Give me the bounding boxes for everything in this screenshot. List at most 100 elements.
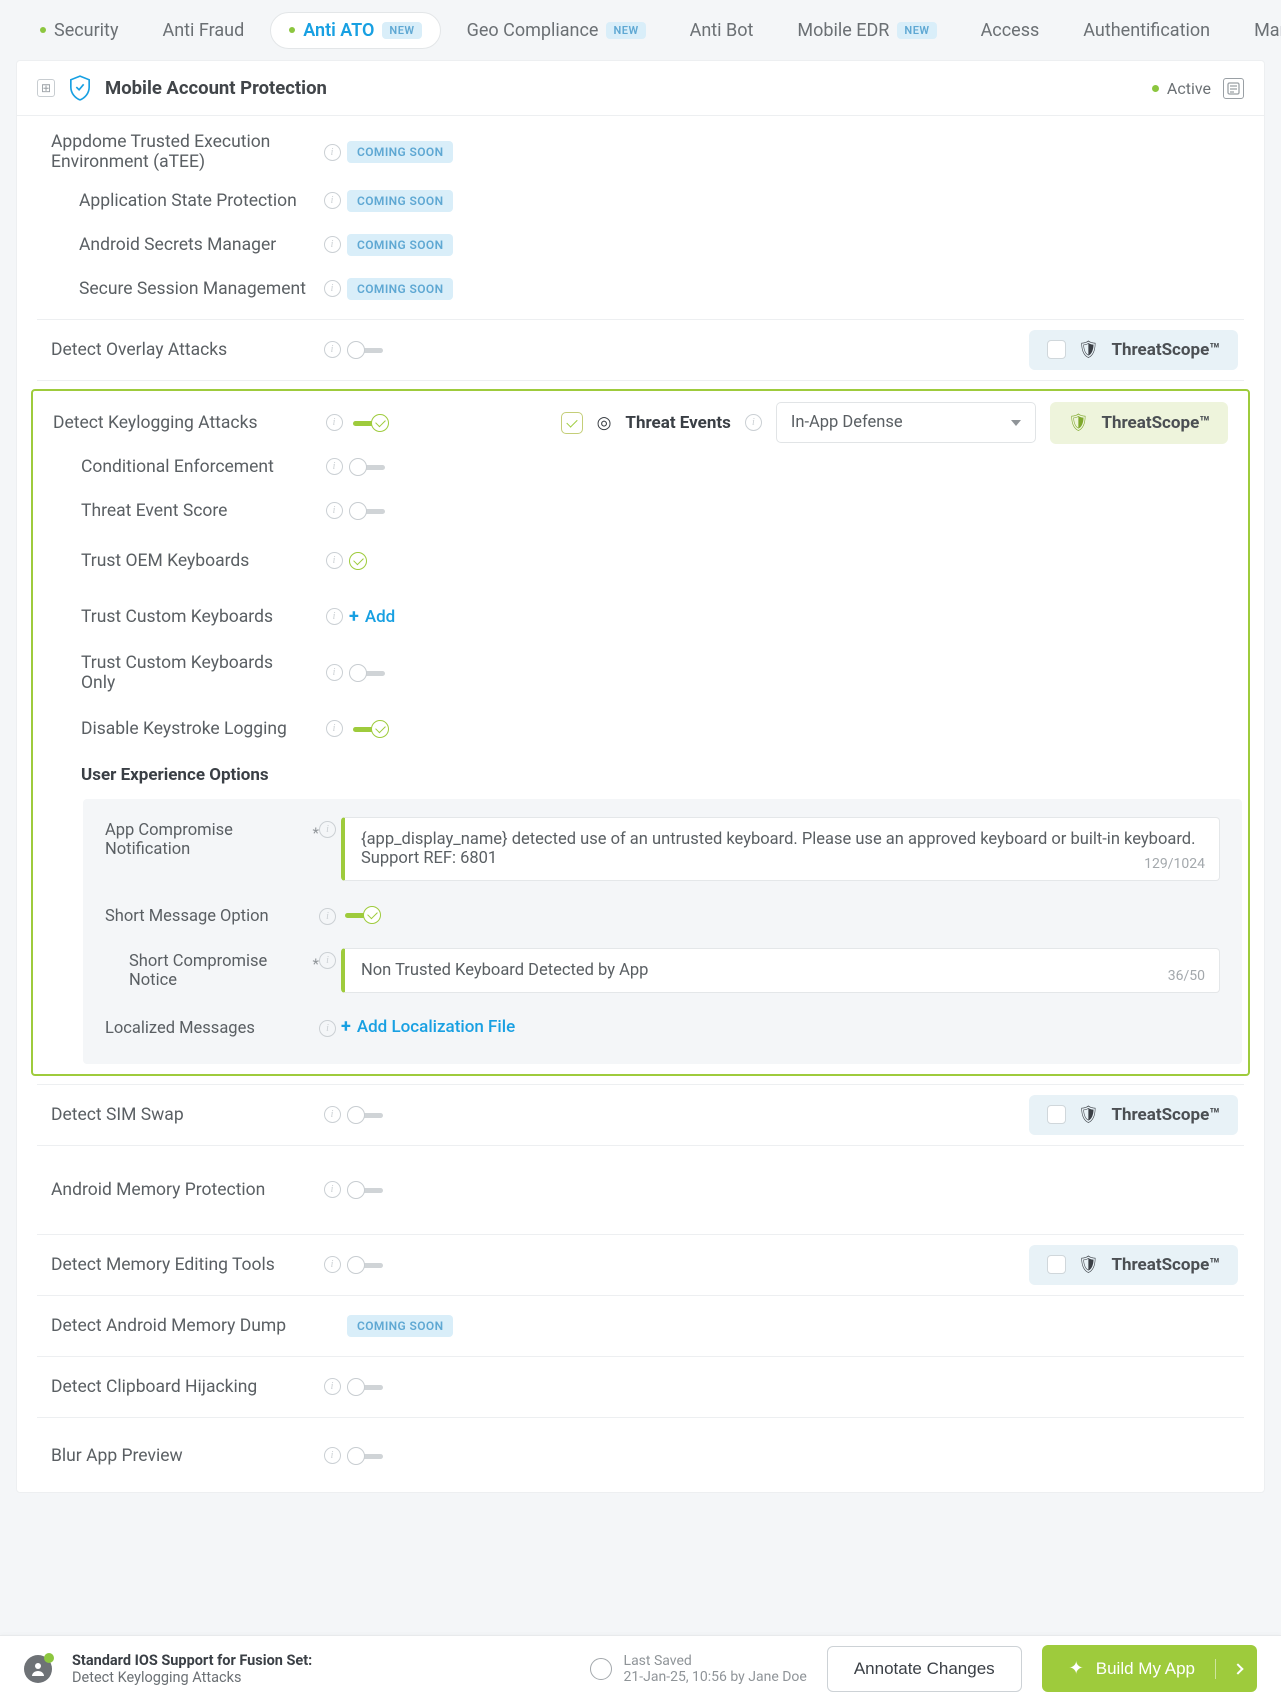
label-blur: Blur App Preview [37, 1440, 317, 1472]
state-icon[interactable] [1223, 78, 1244, 99]
info-icon[interactable]: i [324, 192, 341, 209]
toggle-overlay[interactable] [347, 340, 387, 360]
threatscope-chip[interactable]: 🛡 ThreatScope™ [1029, 1245, 1238, 1285]
label-sim: Detect SIM Swap [37, 1099, 317, 1131]
expand-icon[interactable]: ⊞ [37, 79, 55, 97]
info-icon[interactable]: i [326, 414, 343, 431]
label-asp: Application State Protection [37, 185, 317, 217]
row-notification: App Compromise Notification * i {app_dis… [105, 817, 1220, 881]
threatscope-checkbox[interactable] [1047, 1105, 1066, 1124]
coming-soon-badge: COMING SOON [347, 234, 453, 256]
toggle-clip[interactable] [347, 1377, 387, 1397]
toggle-keylog[interactable] [349, 413, 389, 433]
main-panel: ⊞ Mobile Account Protection Active Appdo… [16, 60, 1265, 1493]
label-localized: Localized Messages [105, 1019, 255, 1038]
info-icon[interactable]: i [324, 341, 341, 358]
tab-anti-fraud[interactable]: Anti Fraud [144, 13, 262, 48]
label-keylog: Detect Keylogging Attacks [39, 407, 319, 439]
tab-anti-bot[interactable]: Anti Bot [672, 13, 772, 48]
info-icon[interactable]: i [324, 1106, 341, 1123]
toggle-sim[interactable] [347, 1105, 387, 1125]
label-tescore: Threat Event Score [39, 495, 319, 527]
tab-anti-ato[interactable]: Anti ATONEW [270, 12, 440, 49]
info-icon[interactable]: i [319, 821, 336, 838]
add-custom-button[interactable]: +Add [349, 606, 395, 627]
info-icon[interactable]: i [326, 458, 343, 475]
annotate-button[interactable]: Annotate Changes [827, 1646, 1022, 1692]
row-keylog: Detect Keylogging Attacks i ◎ Threat Eve… [39, 401, 1242, 445]
info-icon[interactable]: i [324, 144, 341, 161]
tab-management[interactable]: Management [1236, 13, 1281, 48]
toggle-blur[interactable] [347, 1446, 387, 1466]
label-atee: Appdome Trusted Execution Environment (a… [37, 126, 317, 178]
info-icon[interactable]: i [326, 552, 343, 569]
row-cond: Conditional Enforcement i [39, 445, 1242, 489]
coming-soon-badge: COMING SOON [347, 1315, 453, 1337]
toggle-disable-log[interactable] [349, 719, 389, 739]
info-icon[interactable]: i [326, 608, 343, 625]
tab-authentification[interactable]: Authentification [1065, 13, 1228, 48]
check-oem[interactable] [349, 552, 367, 570]
info-icon[interactable]: i [324, 1256, 341, 1273]
tab-security[interactable]: Security [22, 13, 136, 48]
threatscope-chip[interactable]: 🛡 ThreatScope™ [1029, 330, 1238, 370]
label-amd: Detect Android Memory Dump [37, 1310, 317, 1342]
row-tescore: Threat Event Score i [39, 489, 1242, 533]
info-icon[interactable]: i [326, 502, 343, 519]
info-icon[interactable]: i [324, 1447, 341, 1464]
toggle-short-opt[interactable] [341, 905, 381, 925]
threat-events-checkbox[interactable] [561, 412, 583, 434]
add-localization-button[interactable]: +Add Localization File [341, 1016, 1220, 1037]
tab-geo-compliance[interactable]: Geo ComplianceNEW [449, 13, 664, 48]
threatscope-checkbox[interactable] [1047, 1255, 1066, 1274]
threatscope-chip[interactable]: 🛡 ThreatScope™ [1029, 1095, 1238, 1135]
status-label: Active [1167, 79, 1211, 98]
label-oem: Trust OEM Keyboards [39, 545, 319, 577]
info-icon[interactable]: i [745, 414, 762, 431]
ux-heading: User Experience Options [39, 757, 1242, 793]
keylogging-section: Detect Keylogging Attacks i ◎ Threat Eve… [31, 389, 1250, 1076]
row-custom: Trust Custom Keyboards i +Add [39, 589, 1242, 645]
defense-select[interactable]: In-App Defense [776, 402, 1036, 443]
tab-access[interactable]: Access [963, 13, 1058, 48]
threatscope-icon: 🛡 [1078, 340, 1100, 360]
toggle-met[interactable] [347, 1255, 387, 1275]
info-icon[interactable]: i [319, 1020, 336, 1037]
panel-content: Appdome Trusted Execution Environment (a… [17, 116, 1264, 1492]
threatscope-icon: 🛡 [1068, 413, 1090, 433]
label-clip: Detect Clipboard Hijacking [37, 1371, 317, 1403]
label-disable-log: Disable Keystroke Logging [39, 713, 319, 745]
new-badge: NEW [897, 22, 936, 39]
info-icon[interactable]: i [324, 1181, 341, 1198]
threatscope-checkbox[interactable] [1047, 340, 1066, 359]
footer-bar: Standard IOS Support for Fusion Set: Det… [0, 1635, 1281, 1701]
tab-mobile-edr[interactable]: Mobile EDRNEW [779, 13, 954, 48]
arrow-right-icon [1232, 1663, 1243, 1674]
label-ssm: Secure Session Management [37, 273, 317, 305]
threat-events-icon: ◎ [597, 413, 612, 433]
notification-textbox[interactable]: {app_display_name} detected use of an un… [341, 817, 1220, 881]
footer-text: Standard IOS Support for Fusion Set: Det… [72, 1652, 312, 1686]
build-button[interactable]: ✦ Build My App [1042, 1645, 1257, 1692]
row-blur: Blur App Preview i [37, 1426, 1244, 1486]
info-icon[interactable]: i [324, 280, 341, 297]
row-overlay: Detect Overlay Attacks i 🛡 ThreatScope™ [37, 328, 1244, 372]
toggle-tescore[interactable] [349, 501, 389, 521]
toggle-amp[interactable] [347, 1180, 387, 1200]
short-notice-textbox[interactable]: Non Trusted Keyboard Detected by App 36/… [341, 948, 1220, 993]
char-count: 36/50 [1168, 968, 1205, 984]
info-icon[interactable]: i [326, 720, 343, 737]
threatscope-chip-active[interactable]: 🛡 ThreatScope™ [1050, 402, 1228, 444]
info-icon[interactable]: i [326, 664, 343, 681]
info-icon[interactable]: i [324, 1378, 341, 1395]
label-short-opt: Short Message Option [105, 907, 269, 926]
threat-events-group: ◎ Threat Events i In-App Defense 🛡 Threa… [561, 402, 1234, 444]
row-disable-log: Disable Keystroke Logging i [39, 701, 1242, 757]
toggle-cond[interactable] [349, 457, 389, 477]
info-icon[interactable]: i [324, 236, 341, 253]
chevron-down-icon [1011, 420, 1021, 426]
info-icon[interactable]: i [319, 908, 336, 925]
wand-icon: ✦ [1069, 1658, 1084, 1679]
info-icon[interactable]: i [319, 952, 336, 969]
toggle-custom-only[interactable] [349, 663, 389, 683]
